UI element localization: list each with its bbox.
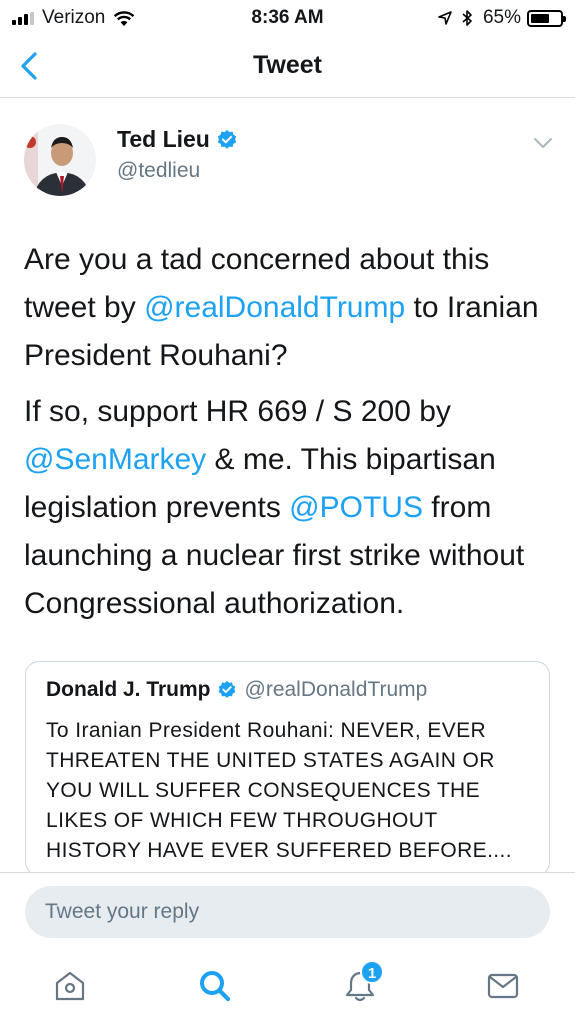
battery-fill (531, 13, 550, 23)
search-icon (200, 971, 231, 1002)
author-handle[interactable]: @tedlieu (117, 159, 238, 183)
messages-icon (487, 973, 519, 999)
quoted-author-name: Donald J. Trump (46, 678, 211, 701)
author-name[interactable]: Ted Lieu (117, 126, 210, 153)
bluetooth-icon (462, 10, 472, 26)
mention-link[interactable]: @POTUS (289, 491, 423, 524)
quoted-tweet-header: Donald J. Trump @realDonaldTrump (46, 678, 529, 702)
battery-percent: 65% (482, 7, 521, 28)
mention-link[interactable]: @SenMarkey (24, 443, 206, 476)
tweet-text-segment: If so, support HR 669 / S 200 by (24, 395, 451, 428)
tweet-author[interactable]: Ted Lieu @tedlieu (117, 126, 238, 183)
avatar[interactable] (24, 124, 96, 196)
tweet-text: Are you a tad concerned about this tweet… (24, 236, 554, 636)
mention-link[interactable]: @realDonaldTrump (144, 291, 405, 324)
status-right: 65% (438, 7, 566, 29)
quoted-author-handle: @realDonaldTrump (244, 678, 428, 701)
tab-bar: 1 (0, 952, 575, 1024)
reply-bar (0, 872, 575, 952)
tab-messages[interactable] (485, 968, 525, 1008)
notification-badge: 1 (360, 960, 384, 984)
nav-bar: Tweet (0, 36, 575, 98)
verified-badge-icon (218, 680, 235, 698)
quoted-tweet[interactable]: Donald J. Trump @realDonaldTrump To Iran… (25, 661, 550, 876)
tweet-paragraph: Are you a tad concerned about this tweet… (24, 236, 554, 380)
home-icon (55, 971, 85, 1001)
location-icon (438, 11, 452, 25)
page-title: Tweet (253, 51, 322, 79)
chevron-down-icon[interactable] (533, 136, 553, 150)
tab-home[interactable] (52, 968, 92, 1008)
tab-search[interactable] (197, 968, 237, 1008)
tweet-paragraph: If so, support HR 669 / S 200 by @SenMar… (24, 388, 554, 628)
verified-badge-icon (217, 129, 237, 149)
status-bar: Verizon 8:36 AM 65% (0, 0, 575, 36)
reply-input[interactable] (25, 886, 550, 938)
tab-notifications[interactable]: 1 (342, 960, 384, 1008)
battery-icon (527, 9, 566, 27)
quoted-tweet-text: To Iranian President Rouhani: NEVER, EVE… (46, 719, 513, 862)
